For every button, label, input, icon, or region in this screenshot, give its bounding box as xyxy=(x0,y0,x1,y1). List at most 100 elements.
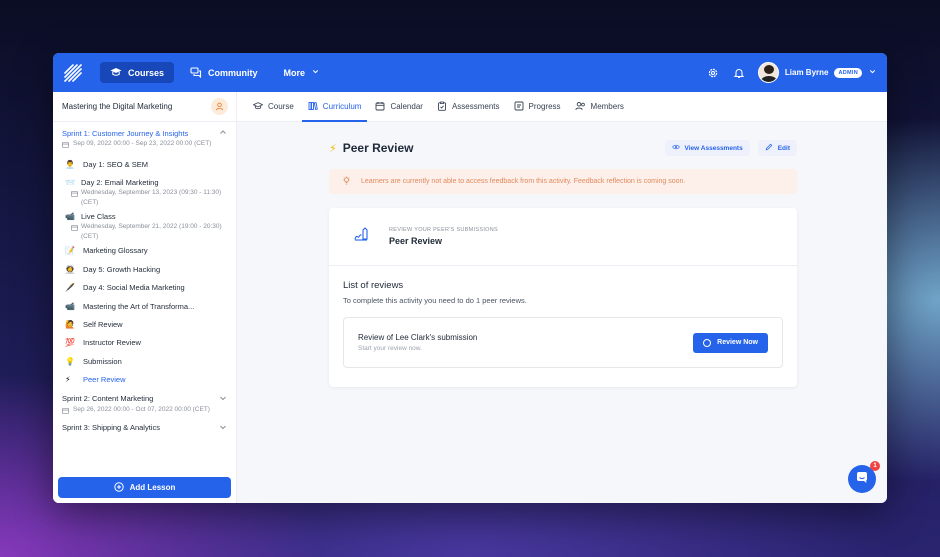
lesson-title: Mastering the Art of Transforma... xyxy=(83,301,195,311)
logo-icon[interactable] xyxy=(63,63,83,83)
review-item-title: Review of Lee Clark's submission xyxy=(358,333,478,342)
chevron-down-icon xyxy=(311,67,320,78)
review-item: Review of Lee Clark's submission Start y… xyxy=(343,317,783,368)
lesson-item[interactable]: 📝 Marketing Glossary xyxy=(53,242,236,260)
reviews-description: To complete this activity you need to do… xyxy=(343,296,527,305)
nav-more-button[interactable]: More xyxy=(274,62,331,83)
lesson-item[interactable]: 💯 Instructor Review xyxy=(53,334,236,352)
add-lesson-label: Add Lesson xyxy=(129,483,176,492)
lesson-schedule: Wednesday, September 13, 2023 (09:30 - 1… xyxy=(81,189,222,207)
sprint-title: Sprint 1: Customer Journey & Insights xyxy=(62,128,189,138)
lesson-title: Day 2: Email Marketing xyxy=(81,178,159,188)
progress-icon xyxy=(514,101,524,113)
plus-circle-icon xyxy=(113,481,124,494)
calendar-icon xyxy=(62,407,69,418)
calendar-icon xyxy=(62,141,69,152)
sprint-date: Sep 09, 2022 00:00 - Sep 23, 2022 00:00 … xyxy=(73,140,212,147)
nav-community-label: Community xyxy=(208,67,258,78)
person-icon[interactable] xyxy=(211,98,228,115)
eye-icon xyxy=(671,143,680,153)
bell-icon[interactable] xyxy=(732,66,746,80)
graduation-cap-icon xyxy=(252,101,264,113)
sidebar-course-header: Mastering the Digital Marketing xyxy=(53,92,236,122)
nav-courses-button[interactable]: Courses xyxy=(100,62,175,83)
calendar-icon xyxy=(71,190,78,208)
lesson-title: Day 4: Social Media Marketing xyxy=(83,283,185,293)
lightbulb-icon: 💡 xyxy=(65,356,75,366)
user-menu[interactable]: Liam Byrne ADMIN xyxy=(757,62,877,83)
main-content: ⚡ Peer Review View Assessments Edit Lear… xyxy=(237,122,887,503)
pen-icon: 🖋️ xyxy=(65,283,75,293)
sprint-3[interactable]: Sprint 3: Shipping & Analytics xyxy=(53,422,236,434)
sprint-title: Sprint 3: Shipping & Analytics xyxy=(62,423,160,433)
lesson-item-active[interactable]: ⚡ Peer Review xyxy=(53,371,236,389)
tab-course[interactable]: Course xyxy=(247,92,300,121)
edit-label: Edit xyxy=(777,144,790,152)
graduation-cap-icon xyxy=(110,66,122,80)
add-lesson-button[interactable]: Add Lesson xyxy=(58,477,231,498)
lesson-schedule: Wednesday, September 21, 2022 (19:00 - 2… xyxy=(81,223,222,241)
reviews-section: List of reviews To complete this activit… xyxy=(329,266,797,368)
lesson-item[interactable]: 💡 Submission xyxy=(53,353,236,371)
tab-assessments[interactable]: Assessments xyxy=(431,92,506,121)
members-icon xyxy=(574,101,586,113)
lesson-title: Live Class xyxy=(81,212,116,222)
view-assessments-label: View Assessments xyxy=(684,144,743,152)
sprint-title: Sprint 2: Content Marketing xyxy=(62,394,154,404)
lesson-title: Instructor Review xyxy=(83,338,141,348)
tab-label: Members xyxy=(590,102,624,111)
lesson-item[interactable]: 🙋 Self Review xyxy=(53,316,236,334)
lesson-item[interactable]: 📹 Mastering the Art of Transforma... xyxy=(53,298,236,316)
clipboard-icon xyxy=(437,101,447,113)
tab-progress[interactable]: Progress xyxy=(508,92,567,121)
lesson-title: Day 1: SEO & SEM xyxy=(83,160,149,169)
top-navbar: Courses Community More Liam Byrne ADMIN xyxy=(53,53,887,92)
lesson-item[interactable]: 🖋️ Day 4: Social Media Marketing xyxy=(53,279,236,297)
notification-badge: 1 xyxy=(870,461,880,471)
chevron-down-icon[interactable] xyxy=(219,394,227,404)
gear-icon[interactable] xyxy=(706,66,720,80)
lesson-title: Self Review xyxy=(83,319,123,329)
lightning-icon: ⚡ xyxy=(65,375,71,385)
sprint-2[interactable]: Sprint 2: Content Marketing Sep 26, 2022… xyxy=(53,393,236,418)
nav-courses-label: Courses xyxy=(128,67,165,78)
sidebar-lesson-list[interactable]: Sprint 1: Customer Journey & Insights Se… xyxy=(53,127,236,477)
pencil-icon xyxy=(765,143,773,153)
tab-calendar[interactable]: Calendar xyxy=(369,92,428,121)
review-item-subtitle: Start your review now. xyxy=(358,345,422,352)
lesson-title: Marketing Glossary xyxy=(83,246,148,256)
chat-launcher-button[interactable]: 1 xyxy=(848,461,880,493)
course-title: Mastering the Digital Marketing xyxy=(62,102,173,111)
tab-label: Progress xyxy=(528,102,561,111)
tab-curriculum[interactable]: Curriculum xyxy=(301,92,368,122)
nav-community-button[interactable]: Community xyxy=(180,62,268,83)
lesson-item[interactable]: 👩‍🚀 Day 5: Growth Hacking xyxy=(53,261,236,279)
edit-button[interactable]: Edit xyxy=(757,140,797,156)
video-camera-icon: 📹 xyxy=(65,212,75,222)
astronaut-icon: 👩‍🚀 xyxy=(65,264,75,274)
chevron-up-icon[interactable] xyxy=(219,128,227,138)
lightning-icon: ⚡ xyxy=(329,142,337,155)
avatar xyxy=(757,62,779,83)
lesson-item[interactable]: 👨‍💼 Day 1: SEO & SEM xyxy=(53,156,236,174)
review-now-button[interactable]: Review Now xyxy=(693,332,768,353)
view-assessments-button[interactable]: View Assessments xyxy=(664,140,750,156)
raised-hand-icon: 🙋 xyxy=(65,319,75,329)
sprint-1[interactable]: Sprint 1: Customer Journey & Insights Se… xyxy=(53,127,236,152)
lesson-title: Day 5: Growth Hacking xyxy=(83,264,161,274)
tab-label: Course xyxy=(268,102,294,111)
activity-eyebrow: REVIEW YOUR PEER'S SUBMISSIONS xyxy=(389,227,498,233)
video-camera-icon: 📹 xyxy=(65,301,75,311)
lesson-item[interactable]: 📹 Live Class Wednesday, September 21, 20… xyxy=(53,208,236,242)
lesson-item[interactable]: 📨 Day 2: Email Marketing Wednesday, Sept… xyxy=(53,174,236,208)
sprint-date: Sep 26, 2022 00:00 - Oct 07, 2022 00:00 … xyxy=(73,405,210,413)
chevron-down-icon[interactable] xyxy=(219,423,227,433)
course-tabs: Course Curriculum Calendar Assessments P… xyxy=(237,92,887,122)
chat-icon xyxy=(190,66,202,80)
activity-name: Peer Review xyxy=(389,236,443,246)
curriculum-sidebar: Mastering the Digital Marketing Sprint 1… xyxy=(53,92,237,503)
tab-members[interactable]: Members xyxy=(569,92,630,121)
lesson-title: Peer Review xyxy=(83,375,126,385)
lightbulb-icon xyxy=(342,176,351,187)
chevron-down-icon xyxy=(868,67,877,78)
